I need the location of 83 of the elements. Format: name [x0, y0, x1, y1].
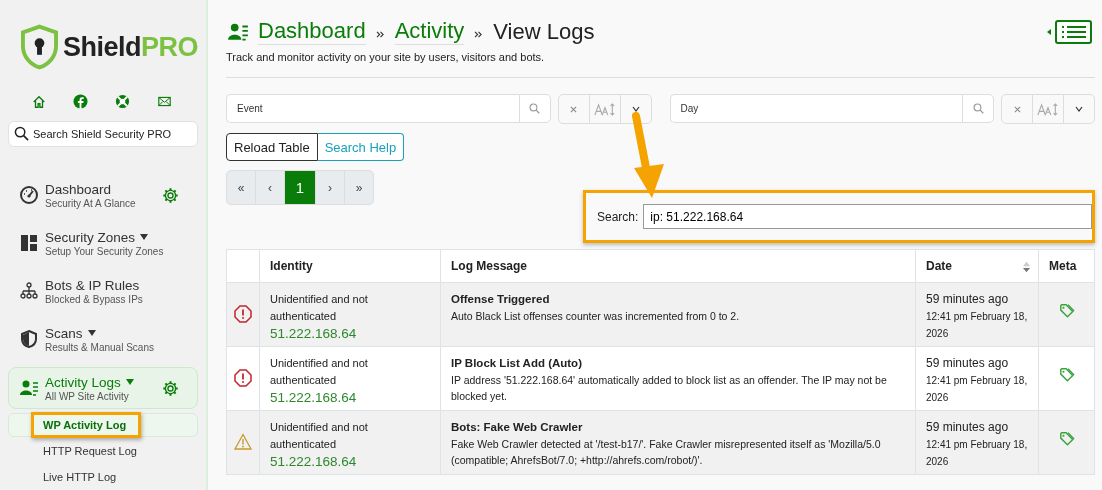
grid-icon [19, 233, 39, 253]
page-button[interactable]: « [227, 171, 255, 204]
search-field[interactable]: Search Shield Security PRO [8, 121, 198, 147]
column-header[interactable]: Meta [1038, 249, 1095, 283]
network-icon [19, 281, 39, 301]
nav-title: Security Zones [45, 229, 136, 245]
identity-text: Unidentified and not authenticated [270, 356, 369, 388]
log-title: IP Block List Add (Auto) [451, 356, 583, 371]
nav-subtitle: Setup Your Security Zones [45, 245, 165, 257]
text-size-icon [593, 101, 616, 117]
nav-subtitle: Blocked & Bypass IPs [45, 293, 144, 305]
nav-title: Activity Logs [45, 374, 121, 390]
log-message: IP address '51.222.168.64' automatically added to block list as an offender. The IP may not be blocked yet. [451, 373, 888, 404]
filter-field[interactable]: Event [226, 94, 519, 123]
chevron-icon [375, 31, 385, 38]
nav-title: Bots & IP Rules [45, 277, 140, 293]
nav-title: Dashboard [45, 181, 112, 197]
nav-item[interactable]: Dashboard Security At A Glance [8, 175, 198, 215]
breadcrumb-link[interactable]: Dashboard [258, 18, 366, 45]
search-label: Search: [597, 209, 639, 224]
tag-icon [1058, 303, 1075, 319]
identity-text: Unidentified and not authenticated [270, 420, 369, 452]
timestamp: 12:41 pm February 18, 2026 [926, 374, 1028, 405]
nav-subtitle: Results & Manual Scans [45, 341, 155, 353]
ip-link[interactable]: 51.222.168.64 [270, 453, 430, 470]
close-icon [1013, 105, 1021, 113]
nav-item[interactable]: Scans Results & Manual Scans [8, 319, 198, 359]
chevron-down-icon [631, 106, 640, 112]
column-header[interactable]: Date [915, 249, 1039, 283]
mail-icon [157, 95, 172, 108]
reload-button[interactable]: Reload Table [226, 133, 318, 161]
submenu-item[interactable]: HTTP Request Log [8, 439, 198, 463]
shield-icon [19, 329, 39, 349]
search-icon [972, 103, 984, 114]
relative-time: 59 minutes ago [926, 291, 1010, 308]
nav-title: Scans [45, 325, 83, 341]
search-icon [14, 126, 29, 141]
log-title: Bots: Fake Web Crawler [451, 420, 584, 435]
shield-lock-icon [20, 24, 59, 70]
chevron-icon [474, 31, 484, 38]
log-message: Auto Black List offenses counter was incremented from 0 to 2. [451, 309, 741, 324]
log-message: Fake Web Crawler detected at '/test-b17/'. Fake Crawler misrepresented itself as 'Mozilla/5.0 (compatible; AhrefsBot/7.0; +http://ahrefs.com/robot/)'. [451, 437, 882, 468]
submenu-item[interactable]: Live HTTP Log [8, 465, 198, 489]
chevron-down-icon [1075, 106, 1083, 112]
breadcrumb-link[interactable]: Activity [394, 18, 465, 45]
sort-icon [1023, 261, 1030, 273]
search-field[interactable]: ip: 51.222.168.64 [643, 204, 1092, 229]
relative-time: 59 minutes ago [926, 355, 1010, 372]
search-button[interactable] [962, 94, 994, 123]
search-icon [529, 103, 540, 114]
page-button[interactable]: » [344, 171, 373, 204]
gauge-icon [19, 185, 39, 205]
text-size-icon [1037, 101, 1059, 117]
submenu-item[interactable]: WP Activity Log [8, 413, 198, 437]
nav-subtitle: Security At A Glance [45, 197, 137, 209]
search-button[interactable] [518, 94, 551, 123]
nav-subtitle: All WP Site Activity [45, 390, 130, 402]
user-list-icon [19, 378, 39, 398]
relative-time: 59 minutes ago [926, 419, 1010, 436]
menu-toggle-icon [1047, 19, 1093, 44]
ip-link[interactable]: 51.222.168.64 [270, 389, 430, 406]
nav-item[interactable]: Bots & IP Rules Blocked & Bypass IPs [8, 271, 198, 311]
page-button[interactable]: 1 [284, 171, 315, 204]
logo-text: ShieldPRO [62, 31, 198, 63]
nav-item[interactable]: Activity Logs All WP Site Activity [8, 367, 198, 409]
facebook-icon [73, 94, 88, 109]
filter-field[interactable]: Day [669, 94, 962, 123]
column-header[interactable]: Log Message [440, 249, 916, 283]
lifebuoy-icon [115, 94, 130, 109]
page-description: Track and monitor activity on your site by users, visitors and bots. [226, 51, 1095, 78]
timestamp: 12:41 pm February 18, 2026 [926, 438, 1028, 469]
home-icon [32, 94, 46, 109]
column-header[interactable]: Identity [259, 249, 441, 283]
page-button[interactable]: › [315, 171, 344, 204]
log-title: Offense Triggered [451, 292, 551, 307]
nav-item[interactable]: Security Zones Setup Your Security Zones [8, 223, 198, 263]
tag-icon [1058, 367, 1075, 383]
close-icon [570, 105, 577, 113]
page-title: View Logs [493, 18, 595, 45]
identity-text: Unidentified and not authenticated [270, 292, 369, 324]
tag-icon [1058, 431, 1075, 447]
ip-link[interactable]: 51.222.168.64 [270, 325, 430, 342]
timestamp: 12:41 pm February 18, 2026 [926, 310, 1028, 341]
